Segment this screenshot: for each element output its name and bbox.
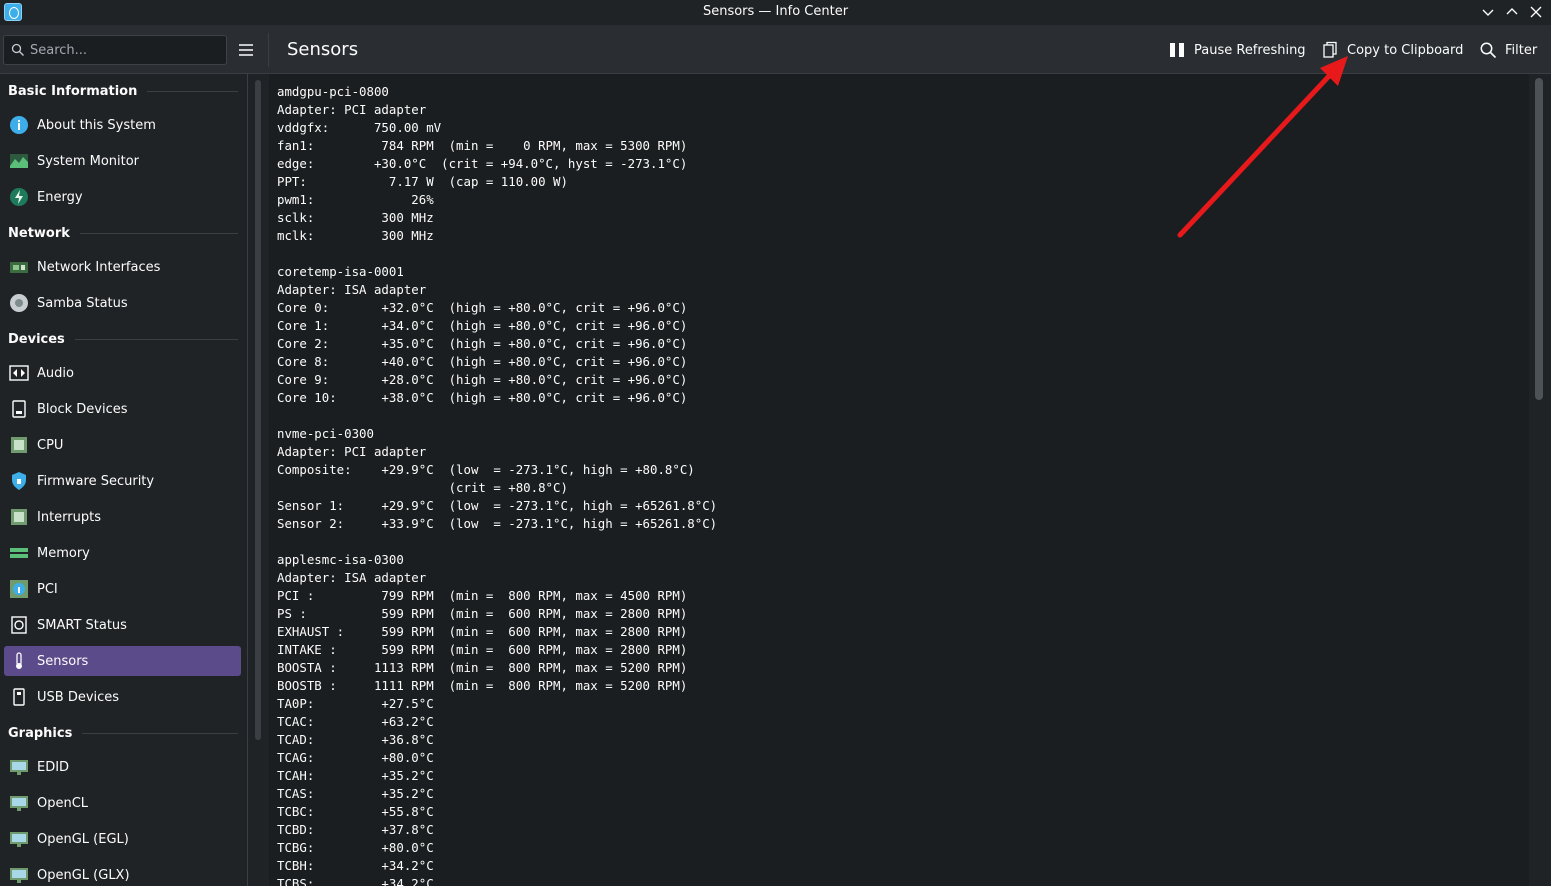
sidebar-item-block-devices[interactable]: Block Devices <box>4 394 241 424</box>
smart-status-icon <box>11 616 27 634</box>
sidebar-scrollbar[interactable] <box>255 80 261 740</box>
search-input[interactable] <box>30 40 220 60</box>
sidebar-item-opengl-egl[interactable]: OpenGL (EGL) <box>4 824 241 854</box>
shield-icon <box>12 472 26 490</box>
chevron-up-icon <box>1506 8 1518 15</box>
sidebar-item-firmware-security[interactable]: Firmware Security <box>4 466 241 496</box>
copy-to-clipboard-label: Copy to Clipboard <box>1347 42 1464 58</box>
energy-icon <box>10 188 28 206</box>
sidebar-item-opengl-glx[interactable]: OpenGL (GLX) <box>4 860 241 886</box>
audio-icon <box>9 365 29 381</box>
sidebar-item-opencl[interactable]: OpenCL <box>4 788 241 818</box>
minimize-button[interactable] <box>1480 4 1496 20</box>
monitor-icon <box>10 832 28 847</box>
sidebar-item-system-monitor[interactable]: System Monitor <box>4 146 241 176</box>
hamburger-menu-button[interactable] <box>236 40 256 60</box>
sidebar-item-interrupts[interactable]: Interrupts <box>4 502 241 532</box>
sidebar-item-cpu[interactable]: CPU <box>4 430 241 460</box>
thermometer-icon <box>16 652 22 669</box>
filter-button[interactable]: Filter <box>1479 38 1537 62</box>
window-titlebar[interactable]: Sensors — Info Center <box>0 0 1551 25</box>
sensors-output-panel: amdgpu-pci-0800 Adapter: PCI adapter vdd… <box>269 74 1529 886</box>
sidebar-item-edid[interactable]: EDID <box>4 752 241 782</box>
clipboard-icon <box>1323 41 1337 58</box>
section-header-network: Network <box>8 224 238 242</box>
sidebar-item-sensors[interactable]: Sensors <box>4 646 241 676</box>
pci-icon <box>10 580 28 598</box>
page-title: Sensors <box>287 39 359 60</box>
hamburger-icon <box>239 44 253 56</box>
close-button[interactable] <box>1528 4 1544 20</box>
toolbar-divider <box>268 33 269 67</box>
sidebar-item-usb-devices[interactable]: USB Devices <box>4 682 241 712</box>
sidebar-item-energy[interactable]: Energy <box>4 182 241 212</box>
sidebar-item-memory[interactable]: Memory <box>4 538 241 568</box>
toolbar: Sensors Pause Refreshing Copy to Clipboa… <box>0 25 1551 74</box>
chevron-down-icon <box>1482 9 1494 16</box>
drive-icon <box>12 400 26 418</box>
interrupts-icon <box>11 509 27 525</box>
pause-icon <box>1170 43 1184 57</box>
close-icon <box>1530 6 1542 18</box>
monitor-icon <box>10 796 28 811</box>
usb-icon <box>13 688 25 706</box>
sidebar-item-pci[interactable]: PCI <box>4 574 241 604</box>
pause-refreshing-label: Pause Refreshing <box>1194 42 1306 58</box>
section-header-devices: Devices <box>8 330 238 348</box>
memory-icon <box>10 548 28 558</box>
monitor-icon <box>10 868 28 883</box>
system-monitor-icon <box>10 154 28 168</box>
search-icon <box>11 43 24 56</box>
info-icon <box>10 116 28 134</box>
sidebar-item-audio[interactable]: Audio <box>4 358 241 388</box>
search-icon <box>1480 42 1497 59</box>
sidebar: Basic Information About this System Syst… <box>0 74 248 886</box>
search-field[interactable] <box>3 35 227 65</box>
sensors-output-text: amdgpu-pci-0800 Adapter: PCI adapter vdd… <box>277 84 718 886</box>
sidebar-item-about-this-system[interactable]: About this System <box>4 110 241 140</box>
pause-refreshing-button[interactable]: Pause Refreshing <box>1168 38 1306 62</box>
window-title: Sensors — Info Center <box>702 4 849 19</box>
samba-icon <box>10 294 28 312</box>
sidebar-item-network-interfaces[interactable]: Network Interfaces <box>4 252 241 282</box>
content-scrollbar-thumb[interactable] <box>1535 78 1543 400</box>
network-card-icon <box>10 262 28 273</box>
section-header-graphics: Graphics <box>8 724 238 742</box>
copy-to-clipboard-button[interactable]: Copy to Clipboard <box>1321 38 1463 62</box>
cpu-icon <box>11 437 27 453</box>
monitor-icon <box>10 760 28 775</box>
filter-label: Filter <box>1505 42 1538 58</box>
maximize-button[interactable] <box>1504 4 1520 20</box>
section-header-basic-information: Basic Information <box>8 82 238 100</box>
sidebar-item-samba-status[interactable]: Samba Status <box>4 288 241 318</box>
sidebar-item-smart-status[interactable]: SMART Status <box>4 610 241 640</box>
